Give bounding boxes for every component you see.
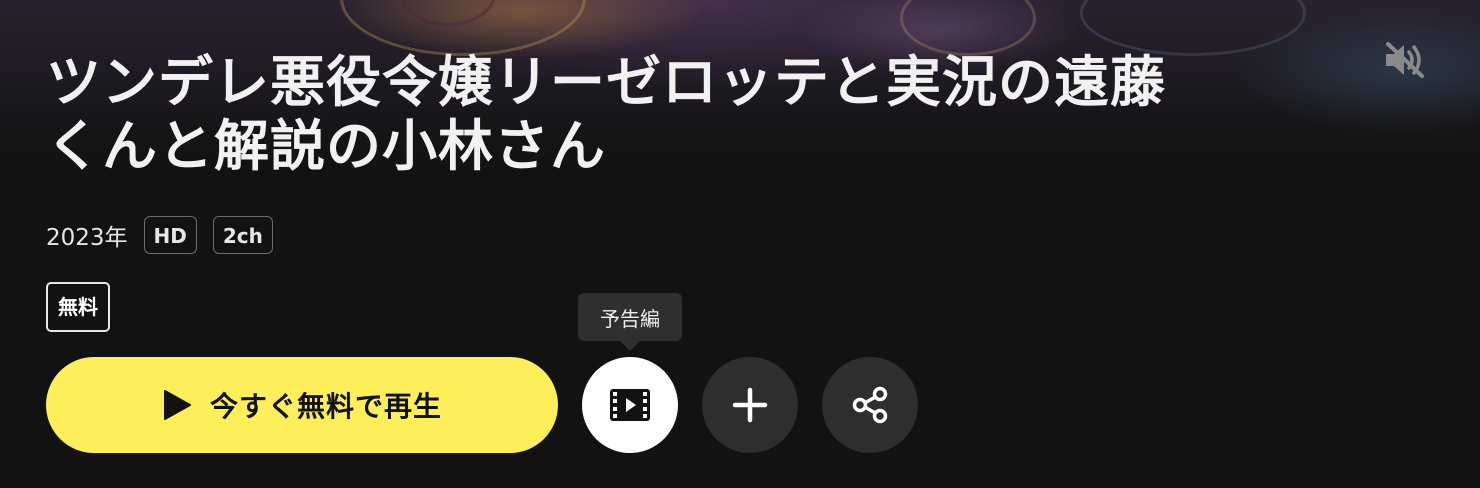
play-free-button[interactable]: 今すぐ無料で再生 <box>46 357 558 453</box>
title-line-2: くんと解説の小林さん <box>46 114 607 178</box>
share-button[interactable] <box>822 357 918 453</box>
free-badge: 無料 <box>46 282 110 332</box>
tooltip-arrow <box>620 341 640 351</box>
add-to-list-button[interactable] <box>702 357 798 453</box>
share-icon <box>852 386 888 424</box>
speaker-muted-icon <box>1386 42 1424 78</box>
title-line-1: ツンデレ悪役令嬢リーゼロッテと実況の遠藤 <box>46 50 1167 114</box>
trailer-button[interactable] <box>582 357 678 453</box>
metadata-row: 2023年 HD 2ch <box>46 214 273 256</box>
plus-icon <box>732 387 768 423</box>
page-title: ツンデレ悪役令嬢リーゼロッテと実況の遠藤 くんと解説の小林さん <box>46 50 1346 178</box>
play-icon <box>163 390 191 420</box>
mute-button[interactable] <box>1378 38 1430 82</box>
play-button-label: 今すぐ無料で再生 <box>209 390 442 423</box>
film-icon <box>610 389 650 421</box>
quality-badge: HD <box>143 216 197 254</box>
title-detail-page: ツンデレ悪役令嬢リーゼロッテと実況の遠藤 くんと解説の小林さん 2023年 HD… <box>0 0 1480 488</box>
release-year: 2023年 <box>46 225 128 251</box>
audio-badge: 2ch <box>212 216 273 254</box>
trailer-tooltip: 予告編 <box>578 293 682 341</box>
